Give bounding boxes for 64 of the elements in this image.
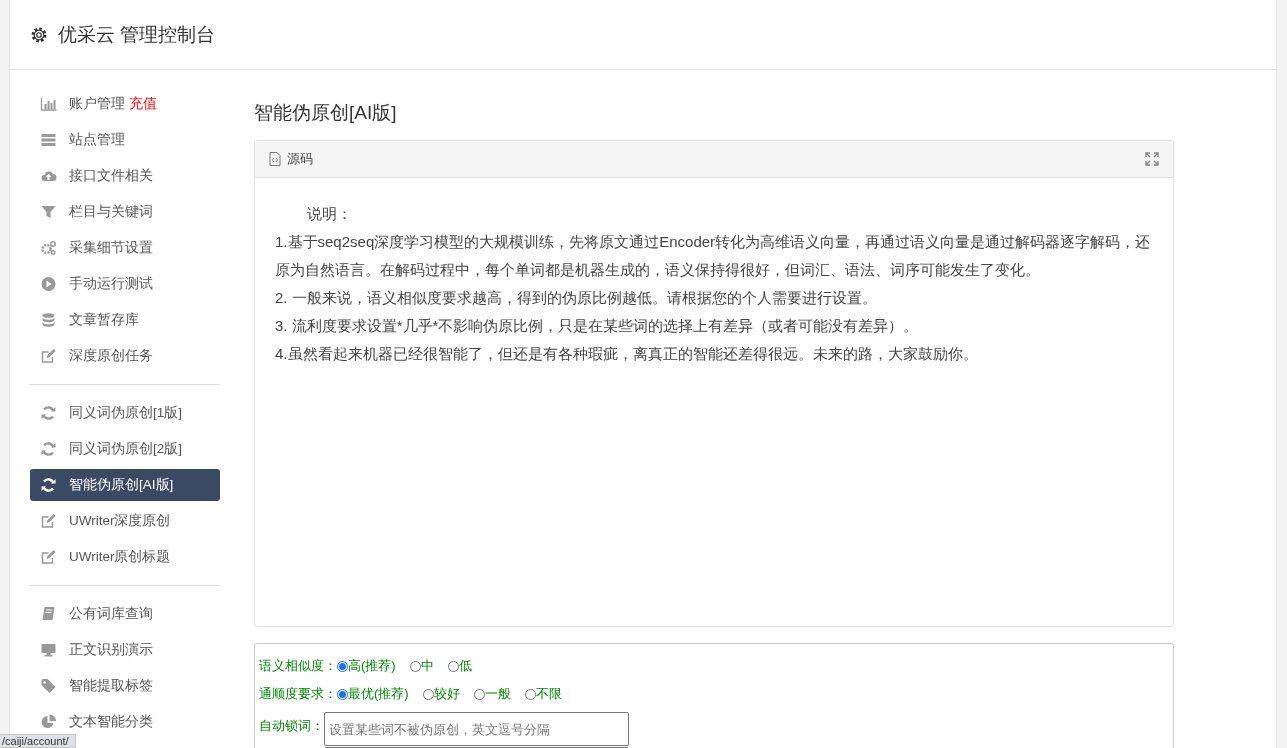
sidebar-item[interactable]: 手动运行测试 [30,268,220,300]
radio-button[interactable] [422,688,434,700]
radio-button[interactable] [473,688,485,700]
sidebar-item[interactable]: 深度原创任务 [30,340,220,372]
sidebar-item[interactable]: 公有词库查询 [30,598,220,630]
option-label[interactable]: 最优(推荐) [348,685,409,703]
field-label: 语义相似度： [259,657,337,675]
sidebar-item[interactable]: UWriter深度原创 [30,505,220,537]
option-label[interactable]: 一般 [484,685,511,703]
description-text: 2. 一般来说，语义相似度要求越高，得到的伪原比例越低。请根据您的个人需要进行设置。 [275,288,878,308]
edit-icon [40,549,57,565]
database-icon [40,312,57,328]
gears-icon [40,240,57,256]
option-label[interactable]: 较好 [433,685,460,703]
edit-icon [40,348,57,364]
settings-icon [30,25,48,44]
chart-icon [40,96,57,112]
sidebar-item[interactable]: 文章暂存库 [30,304,220,336]
input-field[interactable]: 设置某些词不被伪原创，英文逗号分隔 [324,712,629,746]
page-title: 智能伪原创[AI版] [254,101,398,125]
description-text: 说明： [306,204,353,224]
console-title: 优采云 管理控制台 [58,22,216,47]
sidebar-item[interactable]: 采集细节设置 [30,232,220,264]
refresh-icon [40,477,57,493]
description-text: 3. 流利度要求设置*几乎*不影响伪原比例，只是在某些词的选择上有差异（或者可能没有差异）。 [275,316,920,336]
sidebar-item[interactable]: 接口文件相关 [30,160,220,192]
sidebar-item[interactable]: 智能提取标签 [30,670,220,702]
radio-button[interactable] [337,660,348,672]
cloud-icon [40,168,57,184]
tag-icon [40,678,57,694]
filter-icon [40,204,57,220]
radio-button[interactable] [447,660,459,672]
sidebar-item[interactable]: 智能伪原创[AI版] [30,469,220,501]
sidebar-item[interactable]: UWriter原创标题 [30,541,220,573]
refresh-icon [40,441,57,457]
option-label[interactable]: 低 [458,657,472,675]
status-url: /caiji/account/ [0,734,76,748]
field-label: 通顺度要求： [259,685,337,703]
pie-icon [40,714,57,730]
sidebar-item[interactable]: 栏目与关键词 [30,196,220,228]
option-label[interactable]: 中 [420,657,434,675]
code-file-icon [269,152,281,166]
sidebar-item[interactable]: 站点管理 [30,124,220,156]
radio-button[interactable] [337,688,348,700]
radio-button[interactable] [409,660,421,672]
radio-button[interactable] [524,688,536,700]
refresh-icon [40,405,57,421]
edit-icon [40,513,57,529]
field-label: 自动锁词： [259,717,324,735]
monitor-icon [40,642,57,658]
panel-title: 源码 [287,150,314,168]
fullscreen-icon[interactable] [1145,152,1159,166]
server-icon [40,132,57,148]
recharge-link[interactable]: 充值 [129,95,157,113]
description-text: 4.虽然看起来机器已经很智能了，但还是有各种瑕疵，离真正的智能还差得很远。未来的路，大家鼓励你。 [275,344,979,364]
sidebar-item[interactable]: 同义词伪原创[1版] [30,397,220,429]
option-label[interactable]: 不限 [535,685,562,703]
sidebar-item[interactable]: 账户管理 充值 [30,88,220,120]
option-label[interactable]: 高(推荐) [348,657,396,675]
book-icon [40,606,57,622]
sidebar-item[interactable]: 正文识别演示 [30,634,220,666]
description-text: 1.基于seq2seq深度学习模型的大规模训练，先将原文通过Encoder转化为高维语义向量，再通过语义向量是通过解码器逐字解码，还原为自然语言。在解码过程中，每个单词都是机器生成的，语义保持得很好，但词汇、语法、词序可能发生了变化。 [275,232,1152,280]
sidebar-item[interactable]: 同义词伪原创[2版] [30,433,220,465]
play-icon [40,276,57,292]
